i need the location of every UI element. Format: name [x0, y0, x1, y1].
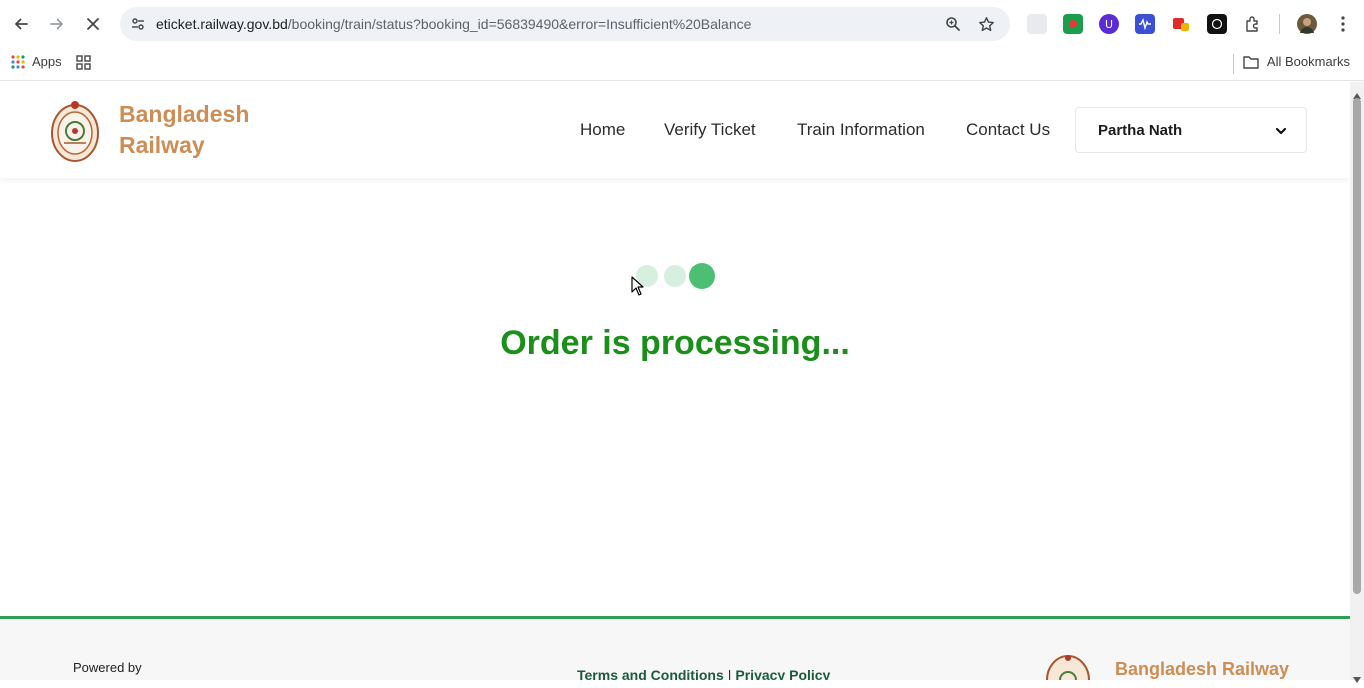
footer-railway-logo	[1045, 654, 1091, 680]
scroll-down-arrow-icon[interactable]	[1353, 670, 1361, 683]
extension-audio-icon[interactable]	[1135, 14, 1155, 34]
nav-contact-us[interactable]: Contact Us	[966, 120, 1050, 140]
stop-loading-icon[interactable]	[81, 12, 105, 36]
zoom-icon[interactable]	[944, 15, 962, 33]
terms-link[interactable]: Terms and Conditions	[577, 667, 724, 680]
back-icon[interactable]	[9, 12, 33, 36]
brand-name[interactable]: Bangladesh Railway	[119, 99, 249, 161]
brand-line-2: Railway	[119, 132, 205, 158]
railway-logo[interactable]	[50, 99, 100, 163]
loader-dot-3	[689, 263, 715, 289]
extension-purple-icon[interactable]: U	[1099, 14, 1119, 34]
brand-line-1: Bangladesh	[119, 101, 250, 127]
privacy-link[interactable]: Privacy Policy	[735, 667, 830, 680]
powered-by-label: Powered by	[73, 660, 142, 675]
footer-brand-name: Bangladesh Railway	[1115, 659, 1290, 679]
status-message: Order is processing...	[500, 324, 850, 362]
loading-indicator	[634, 263, 716, 289]
tab-groups-icon[interactable]	[76, 55, 91, 75]
bookmarks-bar: Apps All Bookmarks	[0, 48, 1364, 81]
extension-screen-recorder-icon[interactable]	[1063, 14, 1083, 34]
site-header: Bangladesh Railway Home Verify Ticket Tr…	[0, 82, 1350, 178]
profile-avatar[interactable]	[1297, 14, 1317, 34]
extension-red-icon[interactable]	[1171, 14, 1191, 34]
url-host: eticket.railway.gov.bd	[156, 16, 288, 32]
page-content: Bangladesh Railway Home Verify Ticket Tr…	[0, 82, 1350, 680]
extension-placeholder-icon[interactable]	[1027, 14, 1047, 34]
site-footer: Powered by Terms and Conditions | Privacy …	[0, 616, 1350, 680]
all-bookmarks-label: All Bookmarks	[1266, 54, 1350, 69]
all-bookmarks[interactable]: All Bookmarks	[1243, 54, 1350, 69]
extension-dark-icon[interactable]	[1207, 14, 1227, 34]
mouse-cursor-icon	[631, 276, 645, 296]
page-scrollbar[interactable]	[1350, 82, 1364, 683]
nav-verify-ticket[interactable]: Verify Ticket	[664, 120, 756, 140]
scroll-thumb[interactable]	[1353, 98, 1361, 594]
bookmark-star-icon[interactable]	[977, 15, 995, 33]
loader-dot-2	[664, 265, 686, 287]
bookmark-apps[interactable]: Apps	[11, 54, 62, 69]
toolbar-divider	[1279, 14, 1280, 34]
site-info-icon[interactable]	[128, 14, 148, 34]
footer-links: Terms and Conditions | Privacy Policy	[577, 667, 830, 680]
bookmarks-divider	[1233, 54, 1234, 74]
apps-label: Apps	[32, 54, 62, 69]
user-name: Partha Nath	[1098, 122, 1183, 139]
scroll-up-arrow-icon[interactable]	[1353, 86, 1361, 99]
browser-menu-icon[interactable]	[1333, 14, 1353, 34]
footer-separator: |	[727, 667, 732, 680]
forward-icon[interactable]	[45, 12, 69, 36]
url-text: eticket.railway.gov.bd/booking/train/sta…	[156, 16, 751, 32]
url-path: /booking/train/status?booking_id=5683949…	[287, 16, 752, 32]
address-bar[interactable]: eticket.railway.gov.bd/booking/train/sta…	[120, 7, 1010, 41]
apps-grid-icon	[11, 54, 25, 69]
chevron-down-icon	[1274, 124, 1288, 138]
browser-toolbar: eticket.railway.gov.bd/booking/train/sta…	[0, 0, 1364, 48]
extensions-puzzle-icon[interactable]	[1243, 14, 1263, 34]
nav-home[interactable]: Home	[580, 120, 625, 140]
user-menu-dropdown[interactable]: Partha Nath	[1075, 107, 1307, 153]
folder-icon	[1243, 55, 1259, 69]
nav-train-information[interactable]: Train Information	[797, 120, 925, 140]
